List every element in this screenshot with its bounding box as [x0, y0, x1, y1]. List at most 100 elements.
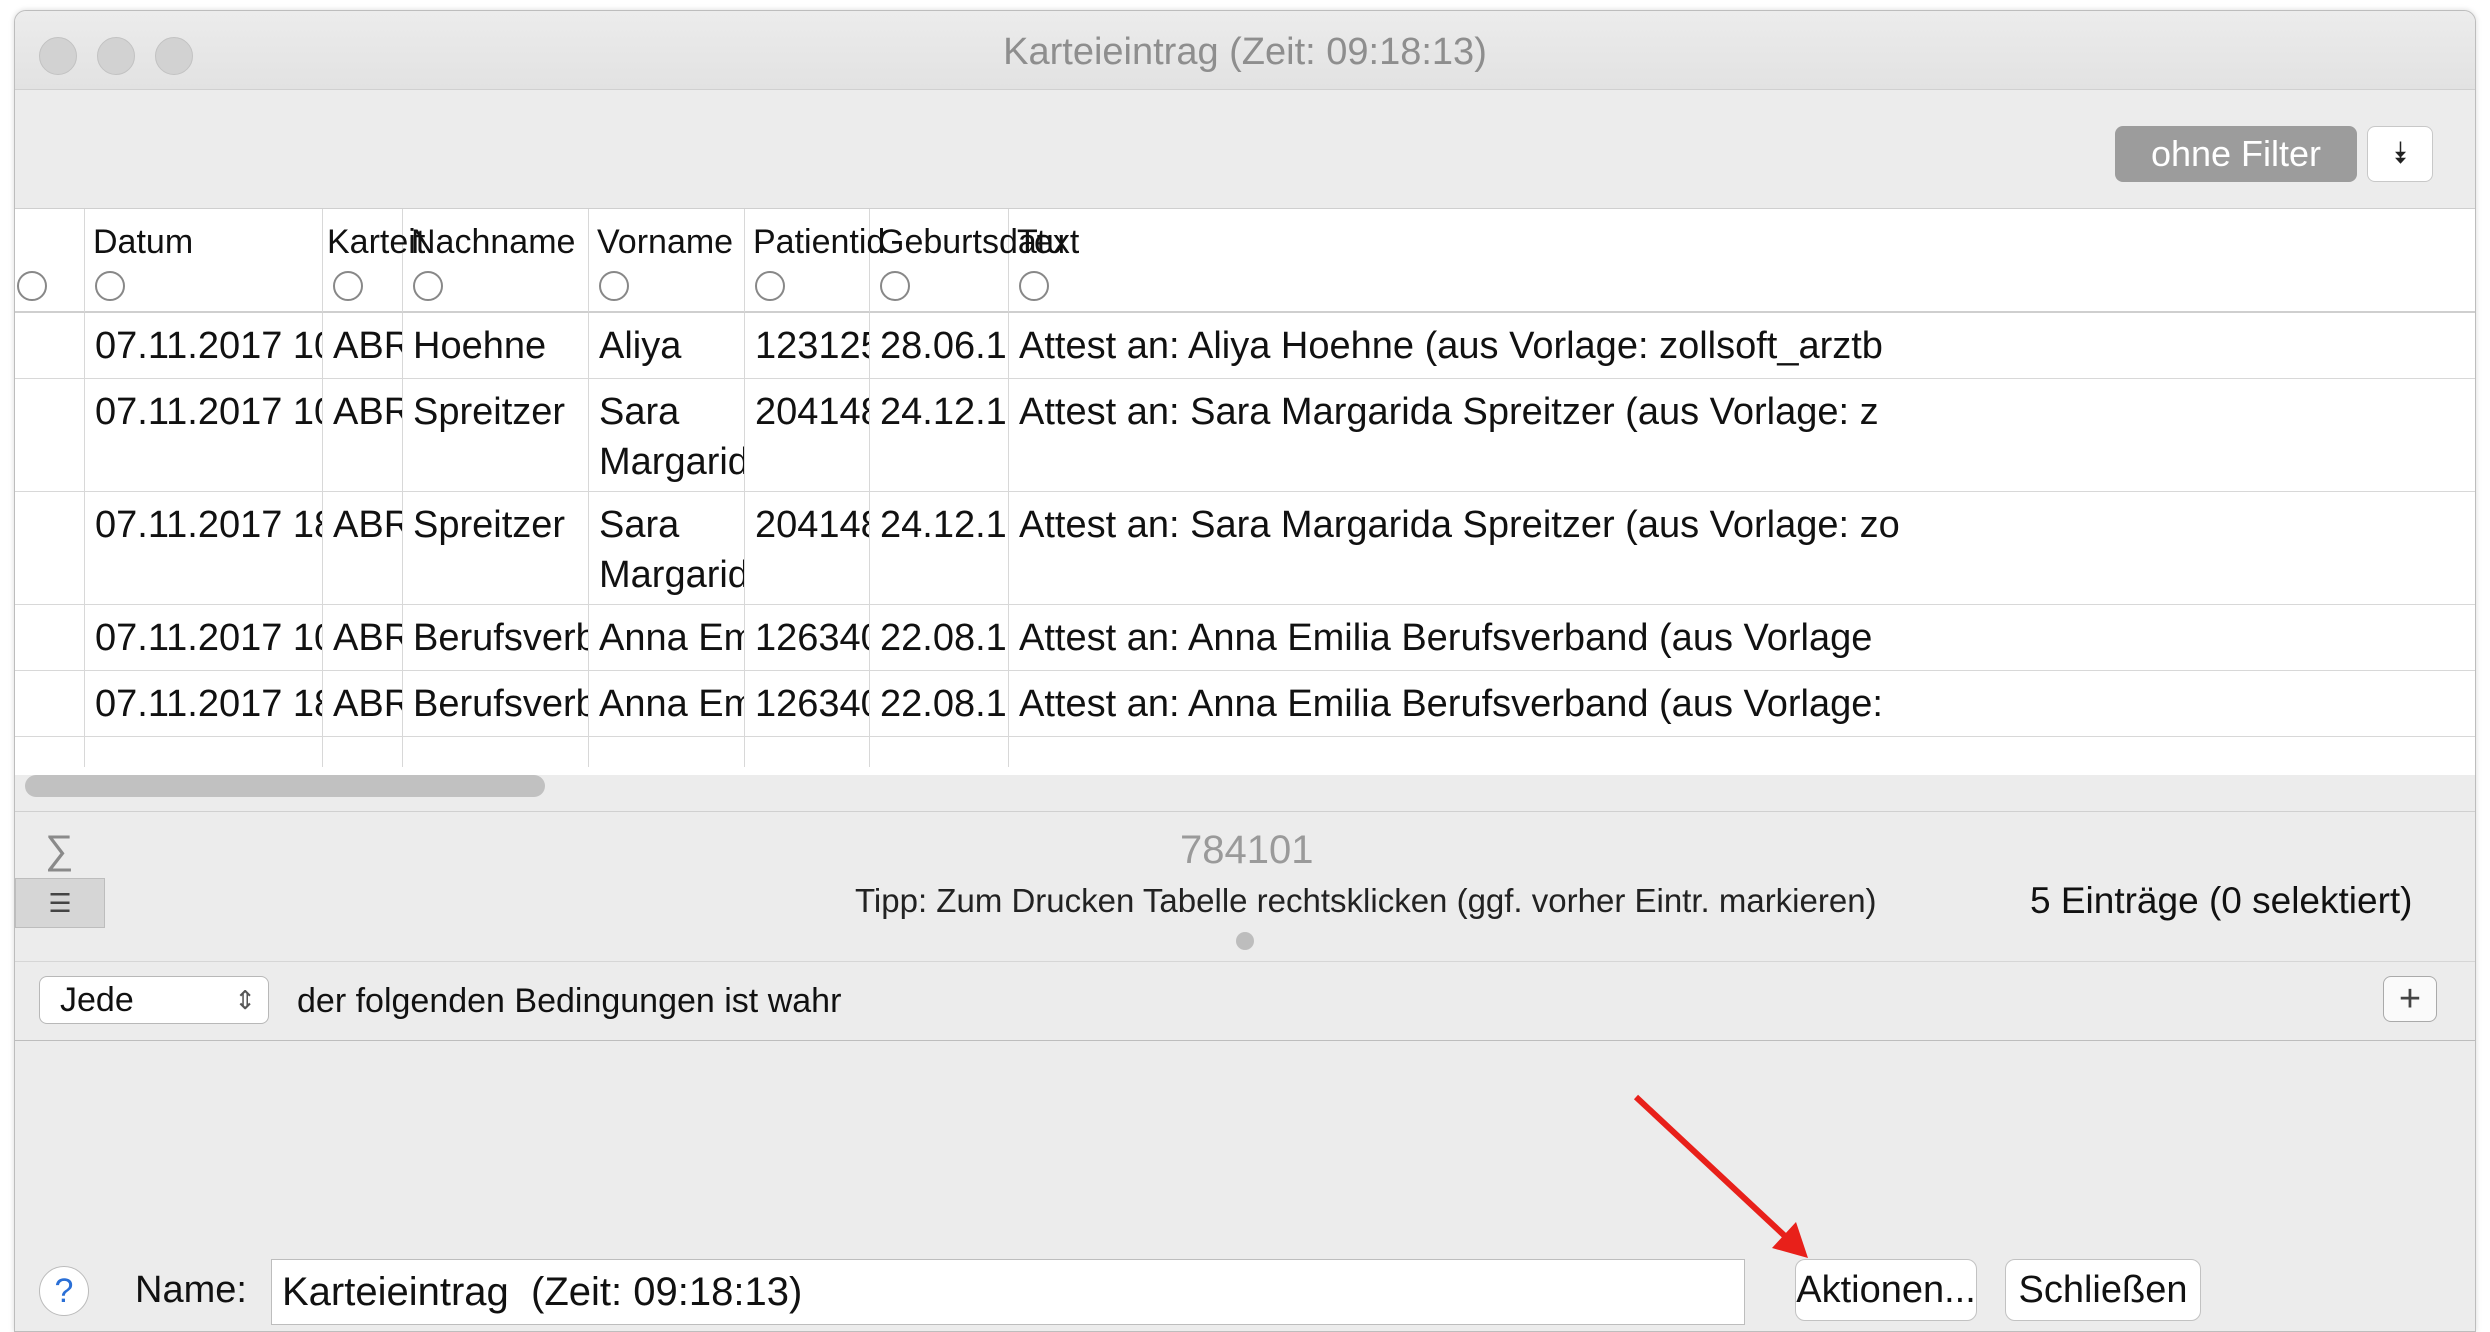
column-filter-radio[interactable]: [95, 271, 125, 301]
select-all-radio[interactable]: [17, 271, 47, 301]
column-filter-radio[interactable]: [413, 271, 443, 301]
cell-patientid: 126340: [745, 605, 870, 670]
column-label: Datum: [93, 223, 194, 261]
column-filter-radio[interactable]: [333, 271, 363, 301]
column-header-text[interactable]: Text: [1009, 209, 2475, 313]
cell-patientid: 204148: [745, 379, 870, 491]
cell-text: Attest an: Anna Emilia Berufsverband (au…: [1019, 683, 1883, 725]
table-row[interactable]: 07.11.2017 10:19:47 ABR Berufsverband An…: [15, 605, 2475, 671]
cell-vorname: Aliya: [589, 313, 745, 378]
column-filter-radio[interactable]: [599, 271, 629, 301]
cell-datum: 07.11.2017 18:16:08: [85, 492, 323, 604]
cell-nachname: Hoehne: [403, 313, 589, 378]
window-title: Karteieintrag (Zeit: 09:18:13): [1003, 31, 1487, 73]
column-header-patientid[interactable]: Patientid: [745, 209, 885, 313]
cell-text: Attest an: Aliya Hoehne (aus Vorlage: zo…: [1019, 325, 1883, 367]
column-header-vorname[interactable]: Vorname: [589, 209, 745, 313]
cell-geburtsdatum: 28.06.1942: [870, 313, 1009, 378]
cell-vorname: Anna Emilia: [589, 671, 745, 736]
column-label: Nachname: [411, 223, 576, 261]
column-filter-radio[interactable]: [755, 271, 785, 301]
cell-karteityp: ABR: [323, 605, 403, 670]
column-filter-radio[interactable]: [880, 271, 910, 301]
condition-bar: Jede ⇕ der folgenden Bedingungen ist wah…: [15, 961, 2475, 1042]
cell-datum: 07.11.2017 10:19:47: [85, 605, 323, 670]
column-header-datum[interactable]: Datum: [85, 209, 323, 313]
cell-datum: 07.11.2017 10:21:29: [85, 379, 323, 491]
cell-karteityp: ABR: [323, 671, 403, 736]
column-header-nachname[interactable]: Nachname: [403, 209, 589, 313]
cell-patientid: 204148: [745, 492, 870, 604]
table-row[interactable]: 07.11.2017 18:16:38 ABR Berufsverband An…: [15, 671, 2475, 737]
cell-vorname: Anna Emilia: [589, 605, 745, 670]
filter-button[interactable]: ohne Filter: [2115, 126, 2357, 182]
name-label: Name:: [135, 1269, 247, 1311]
table-row[interactable]: 07.11.2017 18:16:08 ABR Spreitzer Sara M…: [15, 492, 2475, 605]
entry-count: 5 Einträge (0 selektiert): [2030, 880, 2413, 921]
empty-cell: [745, 737, 870, 767]
cell-vorname: Sara Margarida: [589, 492, 745, 604]
filter-menu-button[interactable]: ⯯: [2367, 126, 2433, 182]
cell-geburtsdatum: 22.08.1970: [870, 605, 1009, 670]
cell-datum: 07.11.2017 10:19:16: [85, 313, 323, 378]
help-button[interactable]: ?: [39, 1266, 89, 1316]
footer: ? Name: Aktionen... Schließen: [15, 1041, 2475, 1331]
column-header-geburtsdatum[interactable]: Geburtsdatu: [870, 209, 1065, 313]
column-label: Patientid: [753, 223, 886, 261]
match-mode-select[interactable]: Jede ⇕: [39, 976, 269, 1024]
row-select-cell[interactable]: [15, 671, 85, 736]
cell-nachname: Spreitzer: [403, 379, 589, 491]
cell-geburtsdatum: 24.12.1971 (: [870, 379, 1009, 491]
name-input[interactable]: [271, 1259, 1745, 1325]
match-mode-value: Jede: [60, 981, 134, 1019]
table-row[interactable]: 07.11.2017 10:21:29 ABR Spreitzer Sara M…: [15, 379, 2475, 492]
text-lines-icon: ☰: [48, 887, 72, 918]
title-bar: Karteieintrag (Zeit: 09:18:13): [15, 11, 2475, 90]
column-header-karteityp[interactable]: Karteit: [323, 209, 425, 313]
empty-cell: [870, 737, 1009, 767]
empty-cell: [323, 737, 403, 767]
cell-karteityp: ABR: [323, 492, 403, 604]
cell-text: Attest an: Sara Margarida Spreitzer (aus…: [1019, 391, 1879, 433]
cell-geburtsdatum: 22.08.1970: [870, 671, 1009, 736]
double-chevron-down-icon: ⯯: [2391, 137, 2409, 170]
column-filter-radio[interactable]: [1019, 271, 1049, 301]
cell-karteityp: ABR: [323, 379, 403, 491]
cell-text: Attest an: Sara Margarida Spreitzer (aus…: [1019, 504, 1900, 546]
sum-value: 784101: [1180, 828, 1314, 872]
cell-patientid: 123125: [745, 313, 870, 378]
print-tip: Tipp: Zum Drucken Tabelle rechtsklicken …: [855, 882, 1877, 919]
cell-vorname: Sara Margarida: [589, 379, 745, 491]
empty-cell: [403, 737, 589, 767]
split-handle[interactable]: [1236, 932, 1254, 950]
cell-geburtsdatum: 24.12.1971 (: [870, 492, 1009, 604]
table-row[interactable]: 07.11.2017 10:19:16 ABR Hoehne Aliya 123…: [15, 313, 2475, 379]
cell-karteityp: ABR: [323, 313, 403, 378]
empty-cell: [85, 737, 323, 767]
cell-patientid: 126340: [745, 671, 870, 736]
list-view-button[interactable]: ☰: [15, 878, 105, 928]
column-label: Text: [1017, 223, 1080, 261]
add-condition-button[interactable]: +: [2383, 976, 2437, 1022]
summary-bar: ∑ 784101 ☰ Tipp: Zum Drucken Tabelle rec…: [15, 811, 2475, 962]
empty-cell: [589, 737, 745, 767]
up-down-chevron-icon: ⇕: [234, 985, 256, 1015]
column-label: Vorname: [597, 223, 734, 261]
condition-text: der folgenden Bedingungen ist wahr: [297, 982, 842, 1020]
close-button[interactable]: Schließen: [2005, 1259, 2201, 1321]
cell-nachname: Berufsverband: [403, 671, 589, 736]
row-select-cell[interactable]: [15, 313, 85, 378]
sigma-icon: ∑: [45, 828, 74, 872]
empty-cell: [15, 737, 85, 767]
horizontal-scrollbar[interactable]: [25, 775, 545, 797]
row-select-cell[interactable]: [15, 379, 85, 491]
toolbar: ohne Filter ⯯: [15, 90, 2475, 208]
table-row-empty: [15, 737, 2475, 767]
entries-table[interactable]: Datum Karteit Nachname Vorname Patientid…: [15, 208, 2475, 797]
cell-nachname: Berufsverband: [403, 605, 589, 670]
row-select-cell[interactable]: [15, 492, 85, 604]
select-all-column-header[interactable]: [15, 209, 85, 313]
actions-button[interactable]: Aktionen...: [1795, 1259, 1977, 1321]
row-select-cell[interactable]: [15, 605, 85, 670]
cell-nachname: Spreitzer: [403, 492, 589, 604]
